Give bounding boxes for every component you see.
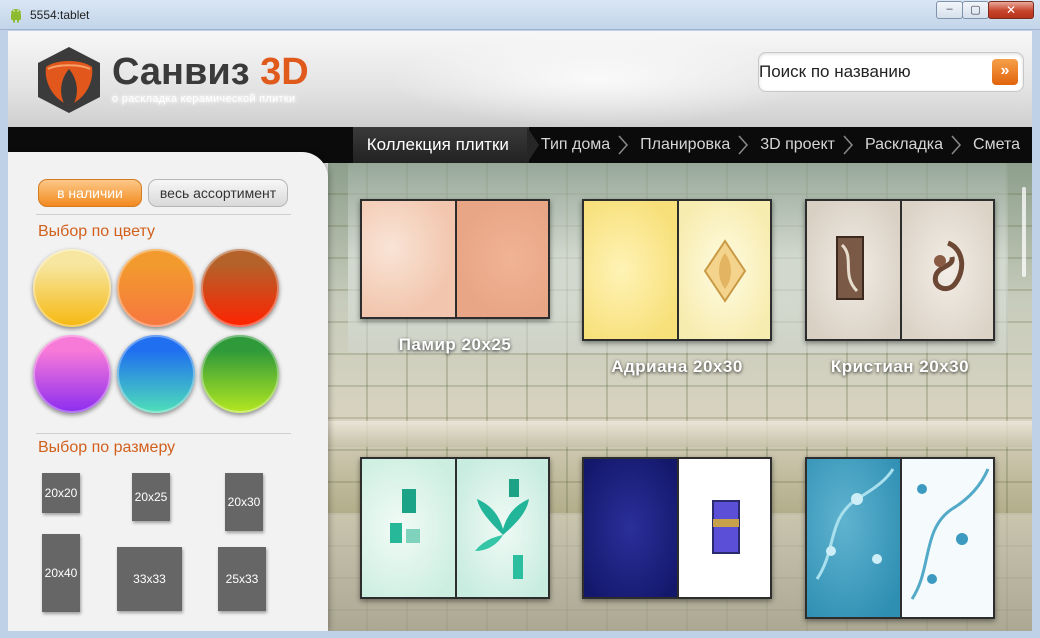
- window-titlebar: 5554:tablet – ▢ ✕: [0, 0, 1040, 30]
- tile-base-image: [362, 201, 455, 317]
- search-button[interactable]: »: [992, 59, 1018, 85]
- color-swatch-magenta[interactable]: [33, 335, 111, 413]
- tile-preview: [582, 457, 772, 599]
- step-layout[interactable]: Раскладка: [853, 127, 962, 163]
- search-input[interactable]: [759, 53, 989, 91]
- brand-tagline: о раскладка керамической плитки: [112, 93, 296, 105]
- android-icon: [11, 9, 21, 23]
- step-label: Смета: [973, 136, 1020, 153]
- floral-pattern-icon: [910, 468, 990, 600]
- brand-suffix: 3D: [260, 51, 309, 93]
- double-chevron-right-icon: »: [1000, 62, 1010, 79]
- size-33x33[interactable]: 33x33: [117, 547, 182, 611]
- step-label: Тип дома: [540, 136, 611, 153]
- minimize-icon: –: [946, 3, 953, 15]
- tile-preview: [805, 199, 995, 341]
- floral-pattern-icon: [815, 468, 895, 580]
- tile-name: Кристиан 20x30: [830, 357, 970, 376]
- divider: [36, 214, 291, 215]
- color-filter-title: Выбор по цвету: [38, 223, 155, 240]
- size-20x20[interactable]: 20x20: [42, 473, 80, 513]
- tile-decor-image: [900, 201, 993, 339]
- color-swatch-yellow[interactable]: [33, 249, 111, 327]
- size-filter-title: Выбор по размеру: [38, 439, 176, 456]
- tile-name: Адриана 20x30: [611, 357, 743, 376]
- search-box: »: [758, 52, 1024, 92]
- step-estimate[interactable]: Смета: [961, 127, 1032, 163]
- app-viewport: Санвиз 3D о раскладка керамической плитк…: [8, 31, 1032, 631]
- step-label: 3D проект: [760, 136, 835, 153]
- backdrop-ledge: [328, 421, 1032, 447]
- color-swatch-orange[interactable]: [117, 249, 195, 327]
- step-3d-project[interactable]: 3D проект: [748, 127, 853, 163]
- color-swatch-blue[interactable]: [117, 335, 195, 413]
- tile-preview: [360, 457, 550, 599]
- brand-title: Санвиз 3D: [112, 51, 309, 94]
- close-icon: ✕: [1005, 3, 1017, 17]
- minimize-button[interactable]: –: [936, 1, 963, 19]
- tile-preview: [582, 199, 772, 341]
- tile-decor-image: [807, 201, 900, 339]
- tile-decor-image: [807, 459, 900, 617]
- size-20x25[interactable]: 20x25: [132, 473, 170, 521]
- tile-preview: [805, 457, 995, 619]
- tile-base-image: [584, 201, 677, 339]
- step-label: Раскладка: [864, 136, 944, 153]
- brand-name: Санвиз: [112, 51, 250, 93]
- tile-base-image: [584, 459, 677, 597]
- filter-panel: в наличии весь ассортимент Выбор по цвет…: [8, 152, 328, 631]
- diamond-ornament-icon: [703, 239, 747, 303]
- square-decor-icon: [390, 489, 420, 543]
- app-header: Санвиз 3D о раскладка керамической плитк…: [8, 31, 1032, 127]
- border-insert-icon: [712, 500, 740, 554]
- size-25x33[interactable]: 25x33: [218, 547, 266, 611]
- tile-decor-image: [455, 459, 548, 597]
- tile-base-image: [455, 201, 548, 317]
- tile-decor-image: [677, 201, 770, 339]
- full-range-toggle[interactable]: весь ассортимент: [148, 179, 288, 207]
- floral-ornament-icon: [932, 240, 965, 292]
- step-house-type[interactable]: Тип дома: [529, 127, 629, 163]
- tile-decor-image: [362, 459, 455, 597]
- size-20x40[interactable]: 20x40: [42, 534, 80, 612]
- divider: [36, 433, 291, 434]
- maximize-button[interactable]: ▢: [962, 1, 989, 19]
- size-20x30[interactable]: 20x30: [225, 473, 263, 531]
- tile-name: Памир 20x25: [398, 335, 512, 354]
- catalog-scrollbar[interactable]: [1022, 187, 1026, 277]
- tile-preview: [360, 199, 550, 319]
- step-label: Планировка: [640, 136, 731, 153]
- maximize-icon: ▢: [970, 4, 981, 16]
- carved-ornament-icon: [836, 236, 864, 300]
- close-button[interactable]: ✕: [988, 1, 1034, 19]
- tile-decor-image: [677, 459, 770, 597]
- step-label: Коллекция плитки: [366, 135, 509, 154]
- step-floor-plan[interactable]: Планировка: [628, 127, 749, 163]
- step-tile-collection[interactable]: Коллекция плитки: [352, 127, 539, 163]
- window-title: 5554:tablet: [30, 8, 90, 22]
- tile-catalog: Памир 20x25 Адриана 20x30 Кристиан 20x30: [328, 163, 1032, 631]
- color-swatch-green[interactable]: [201, 335, 279, 413]
- color-swatch-red[interactable]: [201, 249, 279, 327]
- in-stock-toggle[interactable]: в наличии: [38, 179, 142, 207]
- lily-flower-icon: [475, 479, 529, 579]
- tile-decor-image: [900, 459, 993, 617]
- sanviz-logo-icon: [38, 47, 100, 113]
